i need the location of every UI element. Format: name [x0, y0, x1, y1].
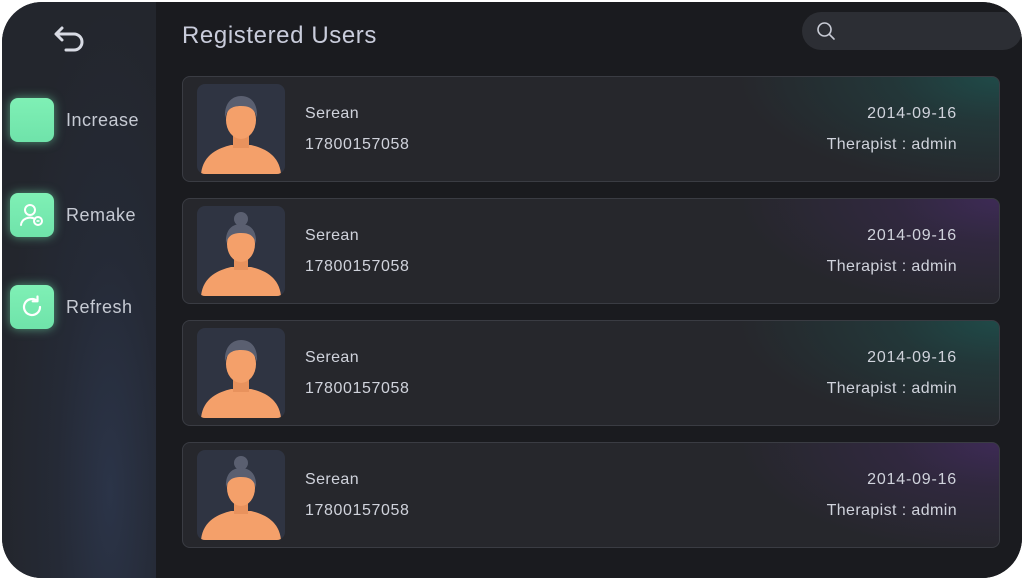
app-window: Increase Remake Refresh Registered Users… [2, 2, 1022, 578]
user-name: Serean [305, 471, 359, 488]
increase-button[interactable]: Increase [10, 96, 150, 144]
add-user-icon [10, 98, 54, 142]
user-name: Serean [305, 227, 359, 244]
user-date: 2014-09-16 [867, 349, 957, 366]
male-avatar [197, 84, 285, 174]
user-therapist: Therapist : admin [826, 502, 957, 519]
refresh-label: Refresh [66, 296, 133, 317]
back-arrow-icon [54, 26, 84, 52]
remake-button[interactable]: Remake [10, 191, 150, 239]
page-title: Registered Users [182, 22, 378, 49]
user-therapist: Therapist : admin [826, 136, 957, 153]
remake-label: Remake [66, 204, 137, 225]
increase-label: Increase [66, 109, 140, 130]
user-name: Serean [305, 349, 359, 366]
user-phone: 17800157058 [305, 258, 410, 275]
search-box[interactable] [802, 12, 1022, 52]
female-avatar [197, 206, 285, 296]
back-button[interactable] [50, 20, 90, 54]
user-phone: 17800157058 [305, 380, 410, 397]
search-icon [817, 22, 835, 40]
user-name: Serean [305, 105, 359, 122]
user-therapist: Therapist : admin [826, 258, 957, 275]
refresh-button[interactable]: Refresh [10, 283, 150, 331]
female-avatar [197, 450, 285, 540]
user-date: 2014-09-16 [867, 471, 957, 488]
user-date: 2014-09-16 [867, 227, 957, 244]
refresh-icon [10, 285, 54, 329]
sidebar: Increase Remake Refresh [2, 2, 156, 578]
main-content: Registered Users Serean 17800157058 2014… [156, 2, 1022, 578]
user-card[interactable]: Serean 17800157058 2014-09-16 Therapist … [182, 442, 1000, 548]
user-phone: 17800157058 [305, 502, 410, 519]
user-card[interactable]: Serean 17800157058 2014-09-16 Therapist … [182, 198, 1000, 304]
user-phone: 17800157058 [305, 136, 410, 153]
user-date: 2014-09-16 [867, 105, 957, 122]
male-avatar [197, 328, 285, 418]
edit-user-icon [10, 193, 54, 237]
user-card[interactable]: Serean 17800157058 2014-09-16 Therapist … [182, 320, 1000, 426]
user-card[interactable]: Serean 17800157058 2014-09-16 Therapist … [182, 76, 1000, 182]
user-therapist: Therapist : admin [826, 380, 957, 397]
search-input[interactable] [842, 12, 1016, 52]
